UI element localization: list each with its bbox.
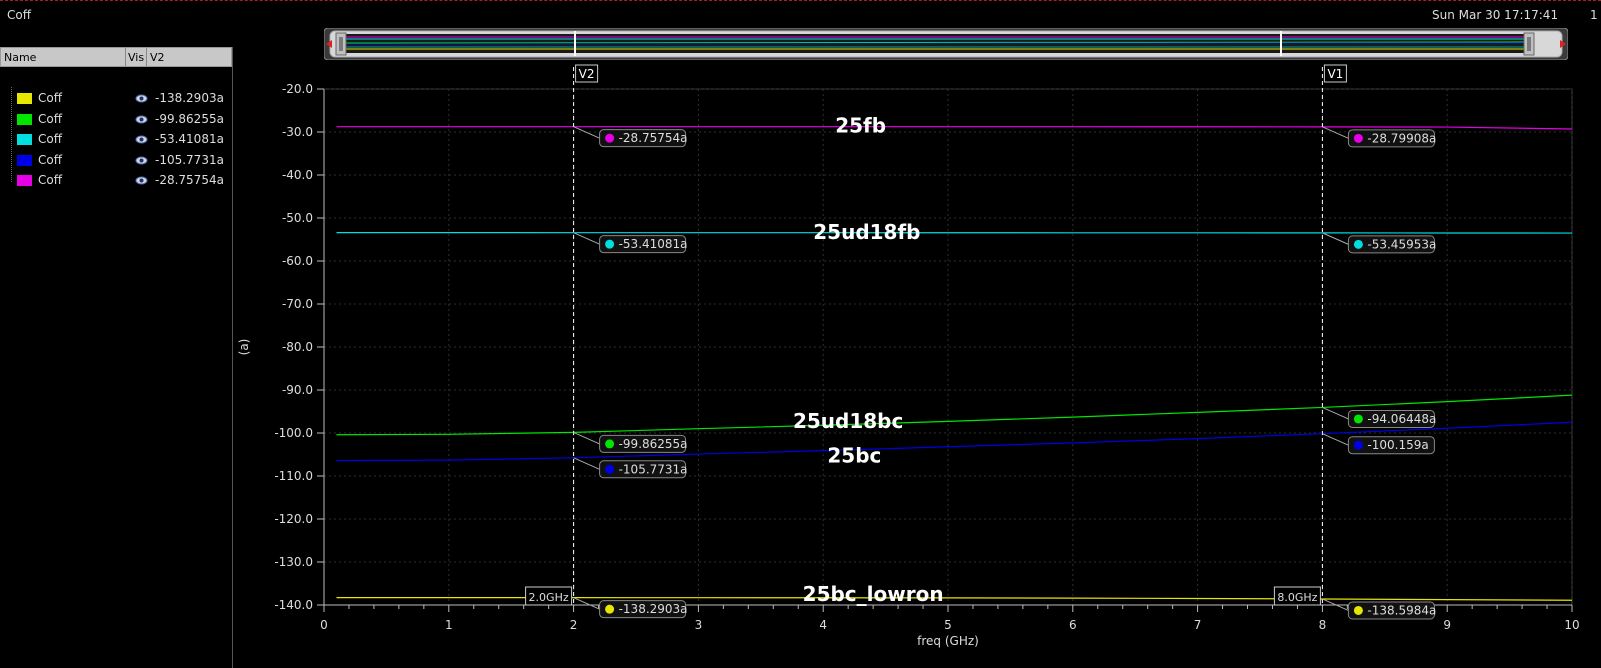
readout-value: -138.2903a xyxy=(619,602,688,616)
readout-color-dot xyxy=(605,439,615,449)
series-annotation-label: 25ud18fb xyxy=(813,220,920,244)
readout-value: -138.5984a xyxy=(1367,603,1436,617)
readout-color-dot xyxy=(1353,414,1363,424)
y-tick-label: -50.0 xyxy=(282,211,313,225)
readout-value: -28.75754a xyxy=(619,131,688,145)
readout-value: -99.86255a xyxy=(619,437,688,451)
y-tick-label: -120.0 xyxy=(274,512,313,526)
x-tick-label: 2 xyxy=(570,618,578,632)
readout-value: -28.79908a xyxy=(1367,131,1436,145)
x-tick-label: 1 xyxy=(445,618,453,632)
y-tick-label: -90.0 xyxy=(282,383,313,397)
readout-value: -105.7731a xyxy=(619,462,688,476)
x-tick-label: 6 xyxy=(1069,618,1077,632)
y-axis-label: (a) xyxy=(237,339,251,356)
marker-name-label: V2 xyxy=(579,67,595,81)
readout-color-dot xyxy=(605,604,615,614)
readout-value: -94.06448a xyxy=(1367,412,1436,426)
series-annotation-label: 25bc xyxy=(827,443,881,467)
x-tick-label: 0 xyxy=(320,618,328,632)
marker-x-label: 8.0GHz xyxy=(1277,591,1317,604)
x-tick-label: 8 xyxy=(1319,618,1327,632)
readout-color-dot xyxy=(605,464,615,474)
readout-color-dot xyxy=(1353,133,1363,143)
y-tick-label: -100.0 xyxy=(274,426,313,440)
x-axis-label: freq (GHz) xyxy=(917,634,979,648)
x-tick-label: 9 xyxy=(1443,618,1451,632)
readout-value: -53.41081a xyxy=(619,237,688,251)
x-tick-label: 7 xyxy=(1194,618,1202,632)
readout-color-dot xyxy=(1353,239,1363,249)
readout-value: -100.159a xyxy=(1367,438,1428,452)
y-tick-label: -70.0 xyxy=(282,297,313,311)
series-annotation-label: 25ud18bc xyxy=(793,409,903,433)
x-tick-label: 3 xyxy=(695,618,703,632)
marker-x-label: 2.0GHz xyxy=(529,591,569,604)
readout-value: -53.45953a xyxy=(1367,237,1436,251)
readout-color-dot xyxy=(605,239,615,249)
series-annotation-label: 25bc_lowron xyxy=(803,582,944,606)
readout-color-dot xyxy=(1353,605,1363,615)
y-tick-label: -130.0 xyxy=(274,555,313,569)
y-tick-label: -30.0 xyxy=(282,125,313,139)
plot-area[interactable]: 0 1 2 3 4 5 6 7 8 9 10 -20.0 -30.0 -40.0 -50.0 -60.0 -70… xyxy=(0,0,1601,668)
y-tick-label: -110.0 xyxy=(274,469,313,483)
y-tick-label: -40.0 xyxy=(282,168,313,182)
y-tick-label: -140.0 xyxy=(274,598,313,612)
x-tick-label: 5 xyxy=(944,618,952,632)
series-annotation-label: 25fb xyxy=(835,114,886,138)
y-tick-label: -60.0 xyxy=(282,254,313,268)
marker-name-label: V1 xyxy=(1327,67,1343,81)
readout-color-dot xyxy=(1353,440,1363,450)
y-tick-label: -20.0 xyxy=(282,82,313,96)
x-tick-label: 10 xyxy=(1564,618,1579,632)
y-tick-label: -80.0 xyxy=(282,340,313,354)
x-tick-label: 4 xyxy=(819,618,827,632)
readout-color-dot xyxy=(605,133,615,143)
